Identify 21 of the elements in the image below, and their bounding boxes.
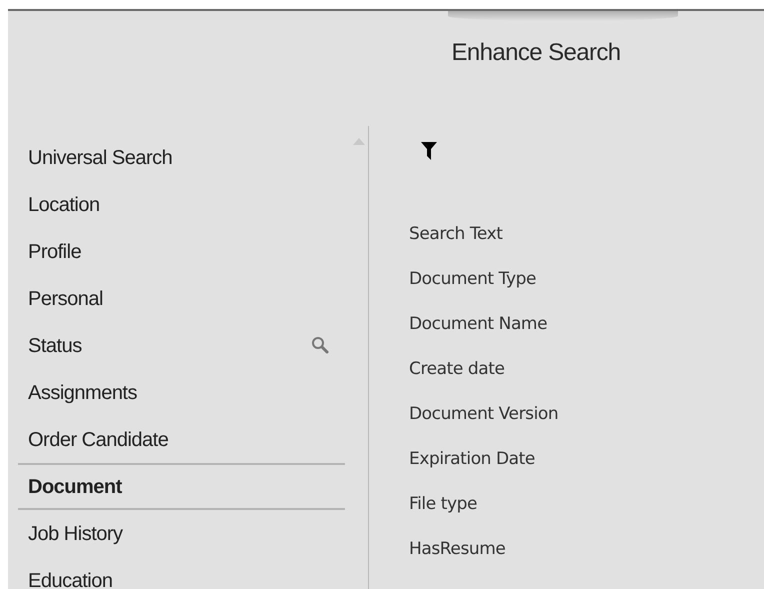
category-item[interactable]: Document: [18, 463, 345, 510]
category-item[interactable]: Assignments: [18, 369, 345, 416]
field-label: Create date: [409, 358, 506, 381]
category-item[interactable]: Job History: [18, 510, 345, 557]
field-label: HasResume: [409, 538, 506, 561]
category-item[interactable]: Location: [18, 181, 345, 228]
field-label: File type: [409, 493, 478, 516]
search-icon[interactable]: [311, 336, 329, 354]
field-label: Expiration Date: [409, 448, 536, 471]
category-item[interactable]: Universal Search: [18, 134, 345, 181]
field-label: Document Name: [409, 313, 548, 336]
field-label: Search Text: [409, 223, 504, 246]
dialog-title: Enhance Search: [451, 38, 621, 68]
category-item[interactable]: Personal: [18, 275, 345, 322]
category-item[interactable]: Status: [18, 322, 345, 369]
category-item[interactable]: Education: [18, 557, 345, 589]
filter-icon[interactable]: [421, 142, 437, 160]
field-label: Document Version: [409, 403, 558, 426]
category-item[interactable]: Order Candidate: [18, 416, 345, 463]
category-item[interactable]: Profile: [18, 228, 345, 275]
field-label: Document Type: [409, 268, 537, 291]
